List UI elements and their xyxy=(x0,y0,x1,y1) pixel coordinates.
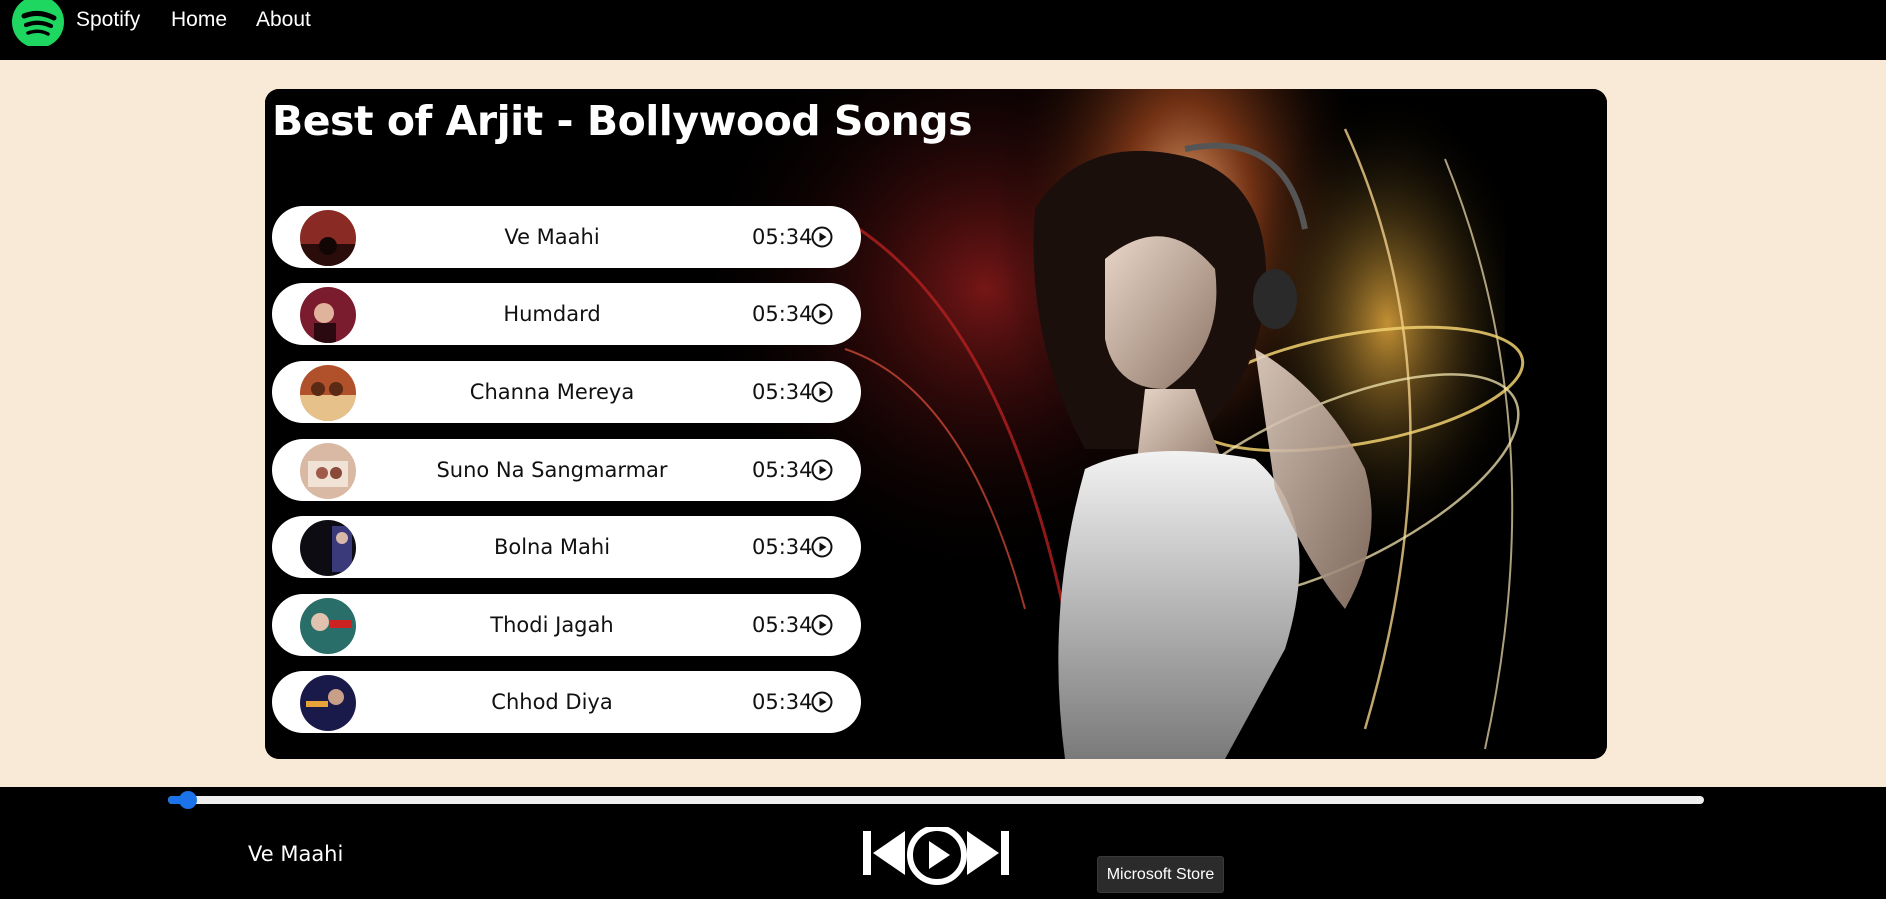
song-duration: 05:34 xyxy=(752,380,813,404)
song-name: Channa Mereya xyxy=(469,380,635,404)
song-item[interactable]: Channa Mereya 05:34 xyxy=(272,361,861,423)
playback-controls xyxy=(861,827,1011,899)
song-name: Suno Na Sangmarmar xyxy=(436,458,668,482)
song-duration: 05:34 xyxy=(752,613,813,637)
song-thumbnail xyxy=(300,520,356,576)
play-circle-icon[interactable] xyxy=(811,691,833,713)
song-item[interactable]: Chhod Diya 05:34 xyxy=(272,671,861,733)
song-name: Chhod Diya xyxy=(491,690,613,714)
play-circle-icon[interactable] xyxy=(811,536,833,558)
background-artwork xyxy=(265,89,1607,759)
play-circle-icon[interactable] xyxy=(811,381,833,403)
song-item[interactable]: Ve Maahi 05:34 xyxy=(272,206,861,268)
nav-link-home[interactable]: Home xyxy=(171,7,227,33)
play-icon[interactable] xyxy=(904,827,970,893)
play-circle-icon[interactable] xyxy=(811,614,833,636)
navbar: Spotify Home About xyxy=(0,0,1886,60)
song-item[interactable]: Bolna Mahi 05:34 xyxy=(272,516,861,578)
play-circle-icon[interactable] xyxy=(811,459,833,481)
play-circle-icon[interactable] xyxy=(811,226,833,248)
song-duration: 05:34 xyxy=(752,458,813,482)
microsoft-store-tooltip: Microsoft Store xyxy=(1097,856,1224,893)
song-thumbnail xyxy=(300,287,356,343)
song-duration: 05:34 xyxy=(752,535,813,559)
song-thumbnail xyxy=(300,365,356,421)
nav-link-about[interactable]: About xyxy=(256,7,311,33)
next-icon[interactable] xyxy=(967,827,1011,879)
song-name: Thodi Jagah xyxy=(490,613,614,637)
song-name: Bolna Mahi xyxy=(493,535,611,559)
song-name: Ve Maahi xyxy=(504,225,600,249)
song-item[interactable]: Suno Na Sangmarmar 05:34 xyxy=(272,439,861,501)
play-circle-icon[interactable] xyxy=(811,303,833,325)
song-thumbnail xyxy=(300,443,356,499)
song-duration: 05:34 xyxy=(752,225,813,249)
song-thumbnail xyxy=(300,675,356,731)
song-duration: 05:34 xyxy=(752,690,813,714)
song-item[interactable]: Thodi Jagah 05:34 xyxy=(272,594,861,656)
song-item[interactable]: Humdard 05:34 xyxy=(272,283,861,345)
song-thumbnail xyxy=(300,598,356,654)
now-playing-title: Ve Maahi xyxy=(248,842,344,866)
song-duration: 05:34 xyxy=(752,302,813,326)
song-thumbnail xyxy=(300,210,356,266)
song-name: Humdard xyxy=(503,302,601,326)
playlist-title: Best of Arjit - Bollywood Songs xyxy=(272,97,973,145)
previous-icon[interactable] xyxy=(861,827,905,879)
progress-handle[interactable] xyxy=(178,791,197,809)
spotify-logo-icon[interactable] xyxy=(12,0,66,46)
progress-slider[interactable] xyxy=(168,791,1704,809)
brand-name[interactable]: Spotify xyxy=(76,7,140,33)
playlist-container: Best of Arjit - Bollywood Songs Ve Maahi… xyxy=(265,89,1607,759)
player-bar: Ve Maahi Microsoft Store xyxy=(0,787,1886,899)
